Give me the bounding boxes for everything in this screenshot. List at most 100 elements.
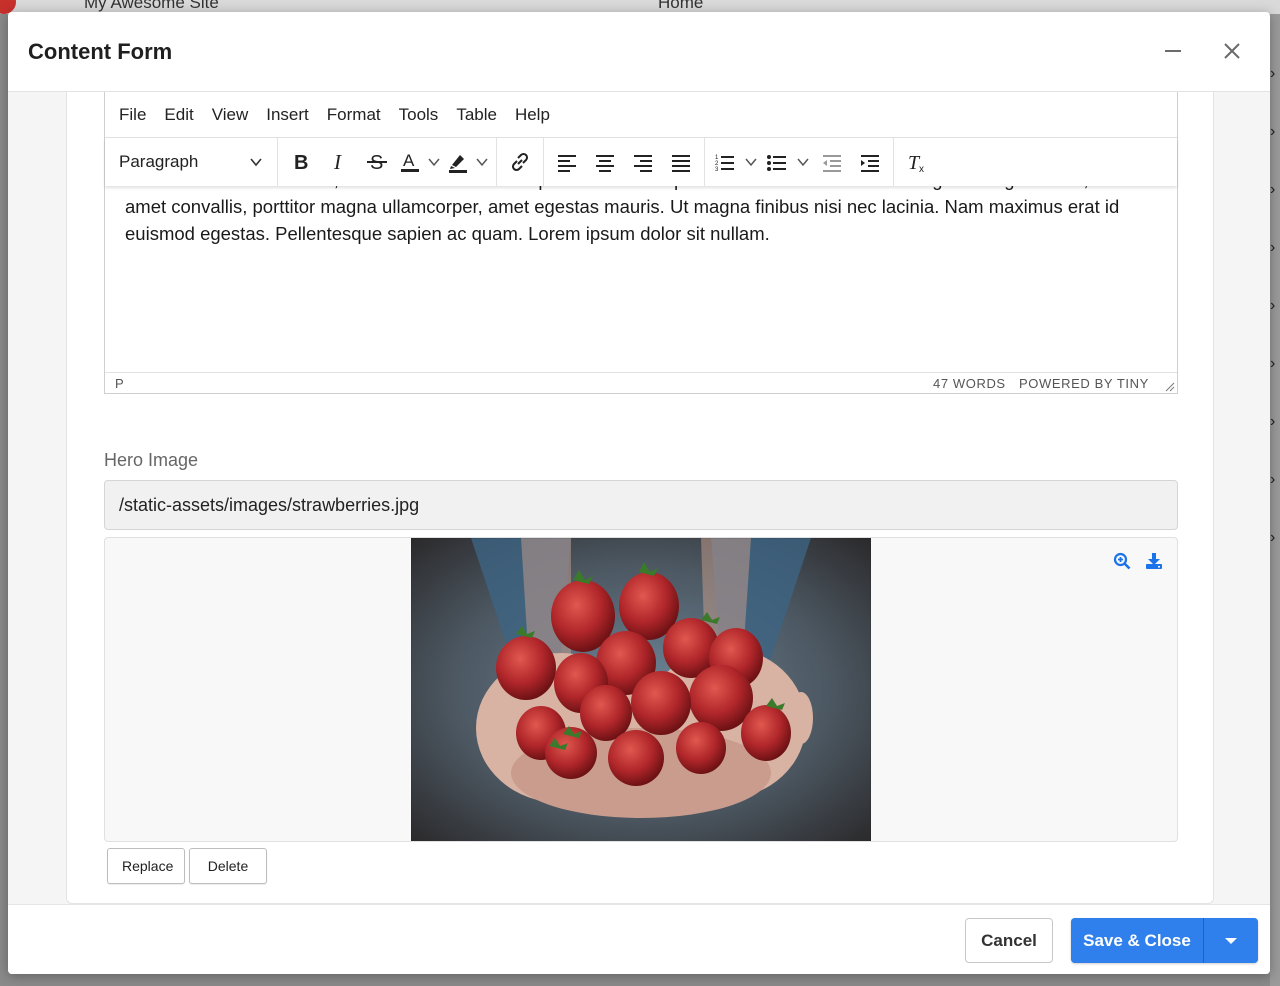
indent-icon (861, 155, 879, 172)
chevron-right-icon: › (1270, 181, 1276, 198)
text-style-group: B I S A (278, 138, 497, 186)
bullet-list-dropdown[interactable] (793, 144, 813, 180)
outdent-icon (823, 155, 841, 172)
align-right-icon (634, 155, 652, 172)
numbered-list-button[interactable]: 123 (709, 144, 741, 180)
resize-handle-icon[interactable] (1165, 382, 1175, 392)
dialog-title: Content Form (28, 39, 173, 64)
close-icon (1224, 43, 1240, 59)
strikethrough-icon: S (367, 152, 387, 173)
word-count[interactable]: 47 WORDS (933, 376, 1006, 391)
outdent-button[interactable] (813, 144, 851, 180)
menu-format[interactable]: Format (319, 105, 391, 125)
menu-edit[interactable]: Edit (156, 105, 203, 125)
italic-button[interactable]: I (320, 144, 358, 180)
chevron-right-icon: › (1270, 413, 1276, 430)
zoom-in-icon (1113, 552, 1131, 570)
editor-menubar: File Edit View Insert Format Tools Table… (105, 92, 1177, 138)
form-panel: File Edit View Insert Format Tools Table… (66, 92, 1214, 904)
block-format-select[interactable]: Paragraph (109, 144, 273, 180)
numbered-list-icon: 123 (715, 155, 734, 173)
clear-format-group: Tx (894, 138, 940, 186)
block-format-value: Paragraph (119, 152, 199, 171)
clear-formatting-button[interactable]: Tx (898, 144, 936, 180)
menu-file[interactable]: File (111, 105, 156, 125)
chevron-down-icon (250, 158, 262, 167)
zoom-button[interactable] (1111, 550, 1133, 572)
menu-insert[interactable]: Insert (258, 105, 319, 125)
element-path[interactable]: P (115, 376, 124, 391)
chevron-right-icon: › (1270, 471, 1276, 488)
svg-text:A: A (403, 151, 415, 170)
strawberries-image (411, 538, 871, 841)
chevron-down-icon (476, 158, 488, 167)
menu-help[interactable]: Help (507, 105, 560, 125)
text-color-dropdown[interactable] (424, 144, 444, 180)
menu-table[interactable]: Table (448, 105, 507, 125)
chevron-right-icon: › (1270, 355, 1276, 372)
alignment-group (544, 138, 705, 186)
bullet-list-icon (767, 155, 786, 171)
chevron-right-icon: › (1270, 239, 1276, 256)
svg-text:x: x (919, 164, 924, 174)
caret-down-icon (1225, 937, 1237, 944)
background-right-rail: › › › › › › › › › (1270, 14, 1280, 986)
save-options-button[interactable] (1204, 918, 1258, 963)
highlight-icon (449, 155, 467, 173)
menu-view[interactable]: View (204, 105, 259, 125)
save-split-button: Save & Close (1071, 918, 1258, 963)
download-icon (1146, 553, 1162, 569)
hero-image-path-field[interactable] (104, 480, 1178, 530)
bold-button[interactable]: B (282, 144, 320, 180)
hero-image-label: Hero Image (104, 450, 199, 470)
editor-statusbar: P 47 WORDS POWERED BY TINY (105, 372, 1177, 393)
editor-content[interactable]: Aenean ornare velit lacus, ac varius eni… (105, 186, 1177, 372)
strikethrough-button[interactable]: S (358, 144, 396, 180)
download-button[interactable] (1143, 550, 1165, 572)
highlight-dropdown[interactable] (472, 144, 492, 180)
numbered-list-dropdown[interactable] (741, 144, 761, 180)
align-center-icon (596, 155, 614, 172)
rich-text-editor: File Edit View Insert Format Tools Table… (104, 92, 1178, 394)
powered-by-link[interactable]: POWERED BY TINY (1019, 376, 1149, 391)
delete-button[interactable]: Delete (189, 848, 267, 884)
replace-button[interactable]: Replace (107, 848, 185, 884)
align-left-icon (558, 155, 576, 172)
align-left-button[interactable] (548, 144, 586, 180)
chevron-down-icon (797, 158, 809, 167)
align-center-button[interactable] (586, 144, 624, 180)
minimize-button[interactable] (1156, 34, 1190, 68)
chevron-right-icon: › (1270, 123, 1276, 140)
align-justify-icon (672, 155, 690, 172)
close-button[interactable] (1215, 34, 1249, 68)
link-group (497, 138, 544, 186)
chevron-right-icon: › (1270, 529, 1276, 546)
editor-toolbar: Paragraph B I S A 1 2 3 T x (105, 138, 1177, 186)
chevron-right-icon: › (1270, 297, 1276, 314)
chevron-right-icon: › (1270, 65, 1276, 82)
highlight-button[interactable] (444, 144, 472, 180)
text-color-button[interactable]: A (396, 144, 424, 180)
link-icon (511, 152, 529, 172)
cancel-button[interactable]: Cancel (965, 918, 1053, 963)
bold-icon: B (294, 152, 308, 173)
chevron-down-icon (428, 158, 440, 167)
align-justify-button[interactable] (662, 144, 700, 180)
indent-button[interactable] (851, 144, 889, 180)
align-right-button[interactable] (624, 144, 662, 180)
italic-icon: I (333, 151, 342, 173)
chevron-down-icon (745, 158, 757, 167)
list-group: 123 (705, 138, 894, 186)
save-close-button[interactable]: Save & Close (1071, 918, 1204, 963)
menu-tools[interactable]: Tools (391, 105, 449, 125)
bullet-list-button[interactable] (761, 144, 793, 180)
block-format-group: Paragraph (105, 138, 278, 186)
link-button[interactable] (501, 144, 539, 180)
minimize-icon (1165, 50, 1181, 52)
clear-formatting-icon: Tx (908, 152, 924, 174)
text-color-icon: A (401, 151, 419, 172)
svg-text:I: I (333, 151, 342, 173)
editor-paragraph: Aenean ornare velit lacus, ac varius eni… (125, 186, 1121, 244)
dialog-footer: Cancel Save & Close (8, 904, 1270, 974)
content-form-dialog: Content Form File Edit View Insert Forma… (8, 12, 1270, 974)
